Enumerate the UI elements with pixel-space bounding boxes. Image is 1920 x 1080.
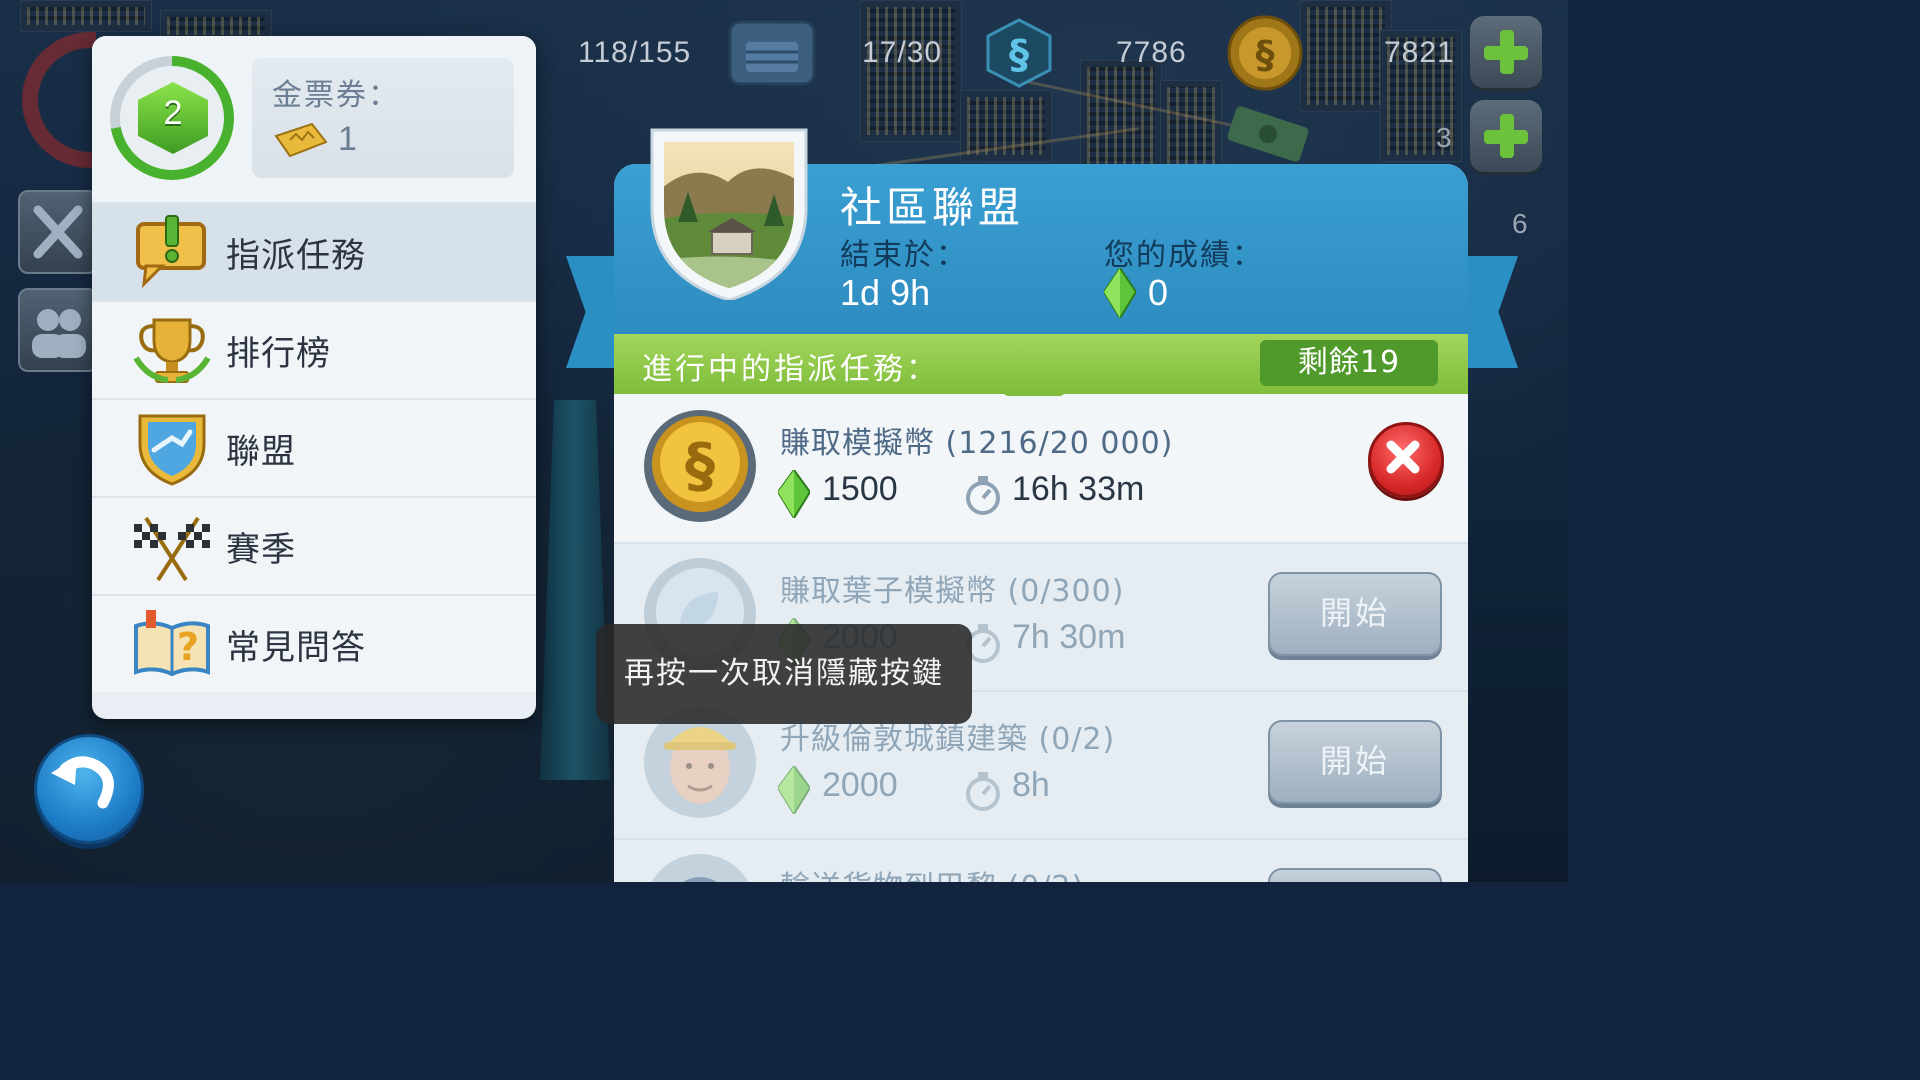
buy-currency-plus-icon[interactable]	[1470, 16, 1542, 88]
golden-voucher-box: 金票券： 1	[252, 58, 514, 178]
buy-simcash-plus-icon[interactable]	[1470, 100, 1542, 172]
score-value: 0	[1148, 272, 1169, 313]
cancel-task-button[interactable]	[1368, 422, 1444, 498]
menu-item-label: 賽季	[226, 530, 296, 570]
simoleon-icon: §	[986, 18, 1052, 88]
menu-item-faq[interactable]: ? 常見問答	[92, 594, 536, 692]
task-time: 8h	[1012, 766, 1050, 804]
ends-value: 1d 9h	[840, 272, 931, 313]
task-reward: 2000	[822, 766, 898, 804]
start-task-button[interactable]: 開始	[1268, 572, 1442, 656]
start-task-button[interactable]: 開始	[1268, 720, 1442, 804]
active-tasks-bar: 進行中的指派任務： 剩餘19	[614, 334, 1468, 394]
menu-header: 2 金票券： 1	[92, 36, 536, 202]
worker-avatar-icon	[651, 854, 749, 882]
simoleon-gem-icon	[778, 766, 810, 814]
simoleon-coin-icon: §	[644, 410, 756, 522]
menu-item-league[interactable]: 聯盟	[92, 398, 536, 496]
friends-button[interactable]	[18, 288, 98, 372]
menu-item-label: 常見問答	[226, 628, 366, 668]
task-alert-icon	[136, 215, 206, 289]
faq-book-icon: ?	[134, 610, 210, 677]
start-task-button[interactable]	[1268, 868, 1442, 882]
settings-gear-icon[interactable]	[16, 20, 96, 180]
ends-label: 結束於：	[840, 238, 968, 273]
svg-text:§: §	[1256, 33, 1275, 77]
task-name: 賺取葉子模擬幣 (0/300)	[780, 574, 1125, 609]
menu-item-season[interactable]: 賽季	[92, 496, 536, 594]
simoleon-gem-icon	[778, 470, 810, 518]
menu-item-assign-tasks[interactable]: 指派任務	[92, 202, 536, 300]
svg-text:?: ?	[177, 625, 199, 669]
league-shield-icon	[138, 414, 206, 486]
level-number: 2	[163, 94, 183, 132]
league-emblem-shield	[650, 128, 808, 300]
storage-counter: 17/30	[862, 36, 943, 69]
toast-message: 再按一次取消隱藏按鍵	[596, 624, 972, 724]
side-count: 6	[1512, 208, 1528, 239]
simcash-counter: 7821	[1384, 36, 1455, 69]
remaining-badge: 剩餘19	[1260, 340, 1438, 386]
task-name: 輸送貨物到巴黎 (0/2)	[780, 862, 1084, 882]
svg-text:§: §	[1009, 32, 1029, 78]
task-name: 賺取模擬幣 (1216/20 000)	[780, 426, 1174, 461]
menu-item-leaderboard[interactable]: 排行榜	[92, 300, 536, 398]
svg-text:§: §	[685, 431, 715, 501]
stopwatch-icon	[966, 476, 1000, 515]
close-icon	[1386, 440, 1420, 474]
task-reward: 1500	[822, 470, 898, 508]
tools-icon	[33, 205, 83, 259]
simoleon-gem-icon	[1104, 268, 1136, 318]
stopwatch-icon	[966, 772, 1000, 811]
menu-item-label: 指派任務	[226, 236, 366, 276]
simcash-side-count: 3	[1436, 122, 1452, 153]
simoleon-counter: 7786	[1116, 36, 1187, 69]
cash-stack-icon	[1227, 106, 1309, 162]
friends-icon	[32, 309, 86, 358]
storage-icon[interactable]	[724, 12, 820, 92]
population-counter: 118/155	[578, 36, 692, 69]
simcash-coin-icon: §	[1227, 15, 1303, 91]
task-row[interactable]: § 賺取模擬幣 (1216/20 000) 1500 16h 33m	[614, 396, 1468, 544]
back-arrow-icon	[51, 756, 114, 809]
back-button[interactable]	[34, 734, 144, 844]
task-time: 16h 33m	[1012, 470, 1145, 508]
menu-item-label: 排行榜	[226, 334, 331, 374]
menu-item-label: 聯盟	[226, 432, 296, 472]
voucher-label: 金票券：	[272, 78, 400, 113]
golden-ticket-icon	[274, 122, 328, 158]
trophy-icon	[133, 318, 211, 383]
voucher-count: 1	[338, 120, 357, 158]
task-row[interactable]: 輸送貨物到巴黎 (0/2)	[614, 840, 1468, 882]
active-tasks-label: 進行中的指派任務：	[642, 352, 939, 387]
task-time: 7h 30m	[1012, 618, 1126, 656]
build-tools-button[interactable]	[18, 190, 98, 274]
league-side-menu: 2 金票券： 1 指派任務 排行榜 聯盟 賽季 ? 常見問答	[92, 36, 536, 719]
league-title: 社區聯盟	[840, 183, 1025, 232]
checkered-flags-icon	[134, 516, 210, 582]
